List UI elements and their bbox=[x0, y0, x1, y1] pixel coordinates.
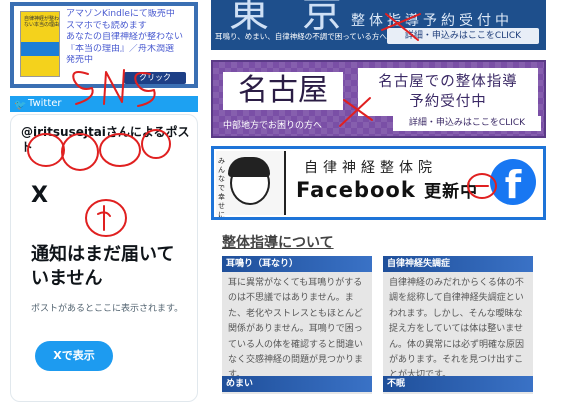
tokyo-banner[interactable]: 東 京 整体指導予約受付中 耳鳴り、めまい、自律神経の不調で困っている方へ 詳細… bbox=[211, 0, 546, 50]
info-box-autonomic: 自律神経失調症 自律神経のみだれからくる体の不調を総称して自律神経失調症といわれ… bbox=[383, 256, 533, 394]
book-cover-image[interactable]: 自律神経が整わない本当の理由 bbox=[20, 11, 60, 77]
info-box-heading[interactable]: 自律神経失調症 bbox=[383, 256, 533, 272]
twitter-card-title[interactable]: @iritsusejtaiさんによるポスト bbox=[21, 125, 191, 155]
tokyo-banner-title: 整体指導予約受付中 bbox=[351, 13, 513, 29]
book-ad[interactable]: 自律神経が整わない本当の理由 アマゾンKindleにて販売中 スマホでも読めます… bbox=[10, 2, 198, 88]
twitter-empty-heading: 通知はまだ届いていません bbox=[31, 244, 175, 289]
x-logo-icon: X bbox=[31, 183, 48, 208]
twitter-bird-icon: 🐦 bbox=[14, 100, 27, 111]
twitter-embed-card: @iritsusejtaiさんによるポスト X 通知はまだ届いていません ポスト… bbox=[10, 114, 198, 402]
facebook-banner-line2: Facebook 更新中 bbox=[296, 177, 478, 202]
facebook-word: Facebook bbox=[296, 178, 416, 202]
info-box-tinnitus: 耳鳴り（耳なり） 耳に異常がなくても耳鳴りがするのは不思議ではありません。また、… bbox=[222, 256, 372, 394]
tokyo-banner-button[interactable]: 詳細・申込みはここをCLICK bbox=[387, 28, 539, 44]
twitter-bar-label: Twitter bbox=[28, 98, 62, 109]
facebook-banner[interactable]: みんなで幸せになろうよ。 自律神経整体院 Facebook 更新中 f bbox=[211, 146, 546, 220]
tokyo-banner-sub: 耳鳴り、めまい、自律神経の不調で困っている方へ bbox=[215, 32, 387, 41]
nagoya-banner-button[interactable]: 詳細・申込みはここをCLICK bbox=[393, 116, 541, 131]
manga-character-image: みんなで幸せになろうよ。 bbox=[216, 151, 286, 217]
book-ad-line[interactable]: アマゾンKindleにて販売中 bbox=[66, 9, 196, 21]
info-box-heading[interactable]: 不眠 bbox=[383, 376, 533, 392]
nagoya-banner[interactable]: 名古屋 名古屋での整体指導 予約受付中 中部地方でお困りの方へ 詳細・申込みはこ… bbox=[211, 60, 546, 138]
view-on-x-button[interactable]: Xで表示 bbox=[35, 341, 113, 371]
book-ad-inner: 自律神経が整わない本当の理由 アマゾンKindleにて販売中 スマホでも読めます… bbox=[14, 6, 194, 84]
info-box-insomnia: 不眠 bbox=[383, 376, 533, 392]
facebook-f-icon: f bbox=[490, 159, 536, 207]
book-ad-line[interactable]: 発売中 bbox=[66, 55, 196, 67]
book-ad-line[interactable]: 『本当の理由』／舟木潤選 bbox=[66, 44, 196, 56]
book-cover-text: 自律神経が整わない本当の理由 bbox=[24, 16, 60, 28]
nagoya-title-line1: 名古屋での整体指導 bbox=[378, 74, 518, 90]
info-box-heading[interactable]: 耳鳴り（耳なり） bbox=[222, 256, 372, 272]
book-ad-text: アマゾンKindleにて販売中 スマホでも読めます あなたの自律神経が整わない … bbox=[66, 9, 196, 67]
book-ad-line[interactable]: スマホでも読めます bbox=[66, 21, 196, 33]
facebook-updating-text: 更新中 bbox=[424, 182, 479, 202]
info-box-heading[interactable]: めまい bbox=[222, 376, 372, 392]
book-ad-line[interactable]: あなたの自律神経が整わない bbox=[66, 32, 196, 44]
nagoya-banner-title: 名古屋での整体指導 予約受付中 bbox=[358, 68, 538, 116]
twitter-empty-sub: ポストがあるとここに表示されます。 bbox=[31, 304, 184, 314]
info-box-dizziness: めまい bbox=[222, 376, 372, 392]
facebook-banner-line1: 自律神経整体院 bbox=[304, 160, 437, 176]
nagoya-banner-city: 名古屋 bbox=[223, 72, 343, 110]
twitter-section-bar: 🐦 Twitter bbox=[10, 96, 198, 112]
manga-speech-text: みんなで幸せになろうよ。 bbox=[218, 157, 225, 219]
nagoya-title-line2: 予約受付中 bbox=[409, 94, 487, 110]
manga-hair bbox=[228, 157, 270, 177]
section-title: 整体指導について bbox=[222, 235, 334, 251]
book-cover-band bbox=[21, 42, 59, 56]
book-click-button[interactable]: クリック bbox=[124, 72, 186, 84]
nagoya-banner-sub: 中部地方でお困りの方へ bbox=[223, 121, 323, 131]
